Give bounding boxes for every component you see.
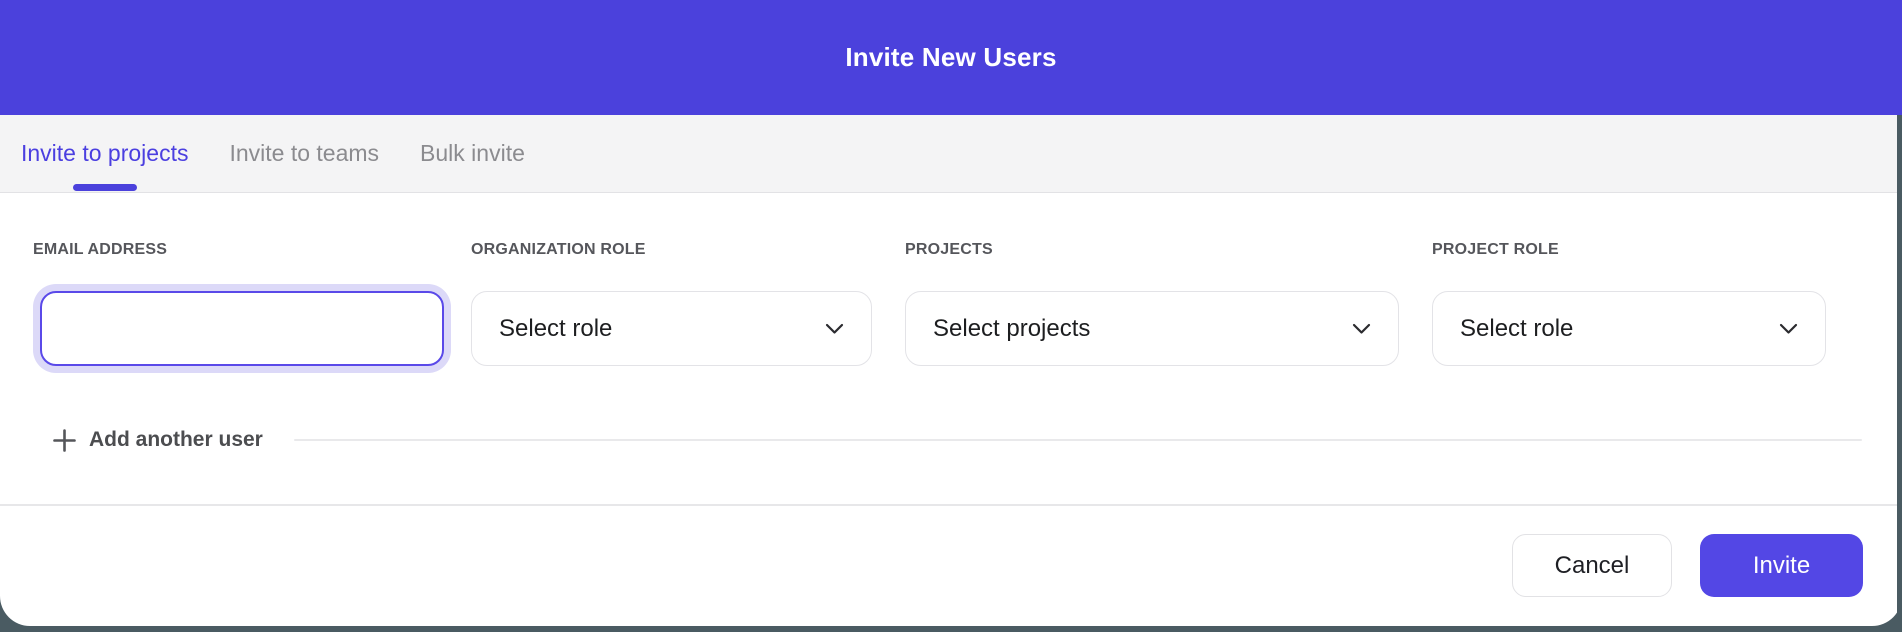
organization-role-field-group: ORGANIZATION ROLE Select role bbox=[471, 242, 872, 366]
chevron-down-icon bbox=[1779, 323, 1798, 335]
project-role-select[interactable]: Select role bbox=[1432, 291, 1826, 366]
dialog-footer: Cancel Invite bbox=[0, 534, 1902, 597]
tab-bulk-invite[interactable]: Bulk invite bbox=[420, 115, 525, 192]
organization-role-select[interactable]: Select role bbox=[471, 291, 872, 366]
add-another-user-label: Add another user bbox=[89, 428, 263, 452]
projects-field-group: PROJECTS Select projects bbox=[905, 242, 1399, 366]
email-input[interactable] bbox=[40, 291, 444, 366]
select-value: Select projects bbox=[933, 315, 1090, 343]
add-user-divider bbox=[294, 439, 1862, 441]
chevron-down-icon bbox=[1352, 323, 1371, 335]
tab-invite-to-projects[interactable]: Invite to projects bbox=[21, 115, 188, 192]
tab-label: Invite to teams bbox=[229, 140, 379, 167]
tab-label: Invite to projects bbox=[21, 140, 188, 167]
invite-form-row: EMAIL ADDRESS ORGANIZATION ROLE Select r… bbox=[0, 193, 1902, 366]
projects-select[interactable]: Select projects bbox=[905, 291, 1399, 366]
tab-label: Bulk invite bbox=[420, 140, 525, 167]
invite-button[interactable]: Invite bbox=[1700, 534, 1863, 597]
tab-invite-to-teams[interactable]: Invite to teams bbox=[229, 115, 379, 192]
dialog-header: Invite New Users bbox=[0, 0, 1902, 115]
email-field-label: EMAIL ADDRESS bbox=[33, 242, 451, 258]
scrollbar[interactable] bbox=[1897, 115, 1902, 632]
projects-label: PROJECTS bbox=[905, 242, 1399, 258]
select-value: Select role bbox=[1460, 315, 1573, 343]
plus-icon bbox=[53, 429, 76, 452]
cancel-button[interactable]: Cancel bbox=[1512, 534, 1672, 597]
page-title: Invite New Users bbox=[845, 42, 1056, 73]
email-field-group: EMAIL ADDRESS bbox=[33, 242, 451, 366]
add-another-user-button[interactable]: Add another user bbox=[0, 428, 1902, 452]
chevron-down-icon bbox=[825, 323, 844, 335]
project-role-label: PROJECT ROLE bbox=[1432, 242, 1826, 258]
active-tab-indicator bbox=[73, 184, 137, 191]
select-value: Select role bbox=[499, 315, 612, 343]
invite-new-users-dialog: Invite New Users Invite to projects Invi… bbox=[0, 0, 1902, 626]
organization-role-label: ORGANIZATION ROLE bbox=[471, 242, 872, 258]
footer-divider bbox=[0, 504, 1902, 506]
project-role-field-group: PROJECT ROLE Select role bbox=[1432, 242, 1826, 366]
tab-bar: Invite to projects Invite to teams Bulk … bbox=[0, 115, 1902, 193]
